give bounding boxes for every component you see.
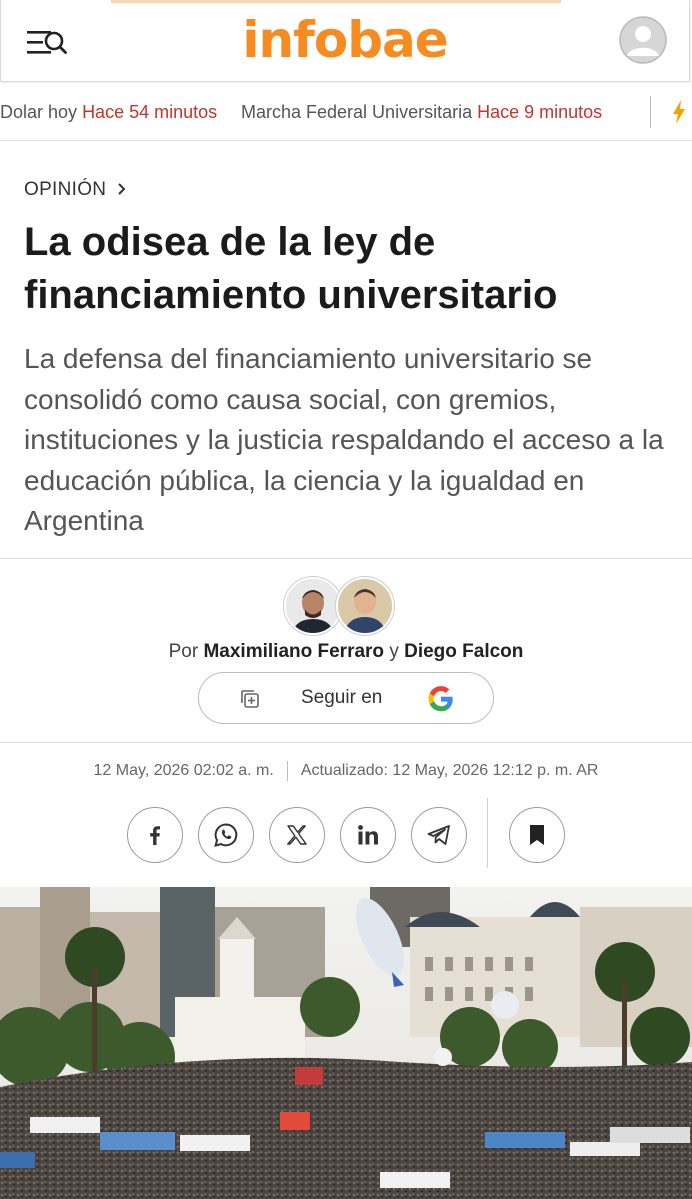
trending-item-dolar[interactable]: Dolar hoy Hace 54 minutos	[0, 102, 217, 123]
chevron-right-icon	[118, 183, 126, 195]
section-label: OPINIÓN	[24, 179, 107, 200]
share-divider	[487, 798, 488, 868]
trending-divider	[650, 96, 651, 128]
linkedin-icon	[358, 825, 378, 845]
share-linkedin-button[interactable]	[340, 807, 396, 863]
share-telegram-button[interactable]	[411, 807, 467, 863]
x-icon	[287, 825, 307, 845]
article-subtitle: La defensa del financiamiento universita…	[24, 343, 664, 536]
byline-prefix: Por	[168, 641, 199, 662]
save-article-button[interactable]	[509, 807, 565, 863]
google-icon	[428, 686, 453, 712]
share-x-button[interactable]	[269, 807, 325, 863]
lightning-icon	[673, 100, 685, 124]
article-title: La odisea de la ley de financiamiento un…	[24, 220, 558, 317]
trending-bar: Dolar hoy Hace 54 minutos Marcha Federal…	[0, 83, 692, 141]
author-photo-falcon[interactable]	[336, 577, 394, 635]
header-accent-line	[111, 0, 561, 3]
section-link[interactable]: OPINIÓN	[24, 179, 128, 201]
trending-item-marcha[interactable]: Marcha Federal Universitaria Hace 9 minu…	[241, 102, 602, 123]
trending-time: Hace 54 minutos	[82, 102, 218, 122]
trending-time: Hace 9 minutos	[477, 102, 603, 122]
site-logo[interactable]: infobae	[1, 10, 689, 70]
user-avatar-button[interactable]	[619, 16, 667, 64]
whatsapp-icon	[214, 823, 238, 847]
byline-joiner: y	[389, 641, 399, 662]
section-divider	[0, 558, 692, 559]
author-link-ferraro[interactable]: Maximiliano Ferraro	[203, 641, 384, 662]
author-link-falcon[interactable]: Diego Falcon	[404, 641, 523, 662]
trending-more-button[interactable]	[672, 100, 686, 129]
byline-divider	[0, 742, 692, 743]
telegram-icon	[427, 825, 450, 845]
share-facebook-button[interactable]	[127, 807, 183, 863]
add-source-icon	[241, 690, 259, 708]
date-separator	[287, 761, 289, 781]
share-whatsapp-button[interactable]	[198, 807, 254, 863]
user-avatar-icon	[619, 16, 667, 64]
follow-on-google-button[interactable]: Seguir en	[198, 672, 494, 724]
author-photo-ferraro[interactable]	[284, 577, 342, 635]
site-header: infobae	[0, 0, 690, 82]
bookmark-icon	[530, 825, 544, 845]
facebook-icon	[150, 826, 160, 845]
published-date: 12 May, 2026 02:02 a. m.	[93, 762, 274, 780]
byline: Por Maximiliano Ferraro y Diego Falcon	[0, 641, 692, 663]
updated-date: Actualizado: 12 May, 2026 12:12 p. m. AR	[300, 762, 599, 780]
article-hero-image[interactable]	[0, 887, 692, 1199]
trending-label: Marcha Federal Universitaria	[241, 102, 473, 122]
article-dates: 12 May, 2026 02:02 a. m. Actualizado: 12…	[0, 761, 692, 781]
follow-label: Seguir en	[301, 687, 383, 708]
trending-label: Dolar hoy	[0, 102, 78, 122]
